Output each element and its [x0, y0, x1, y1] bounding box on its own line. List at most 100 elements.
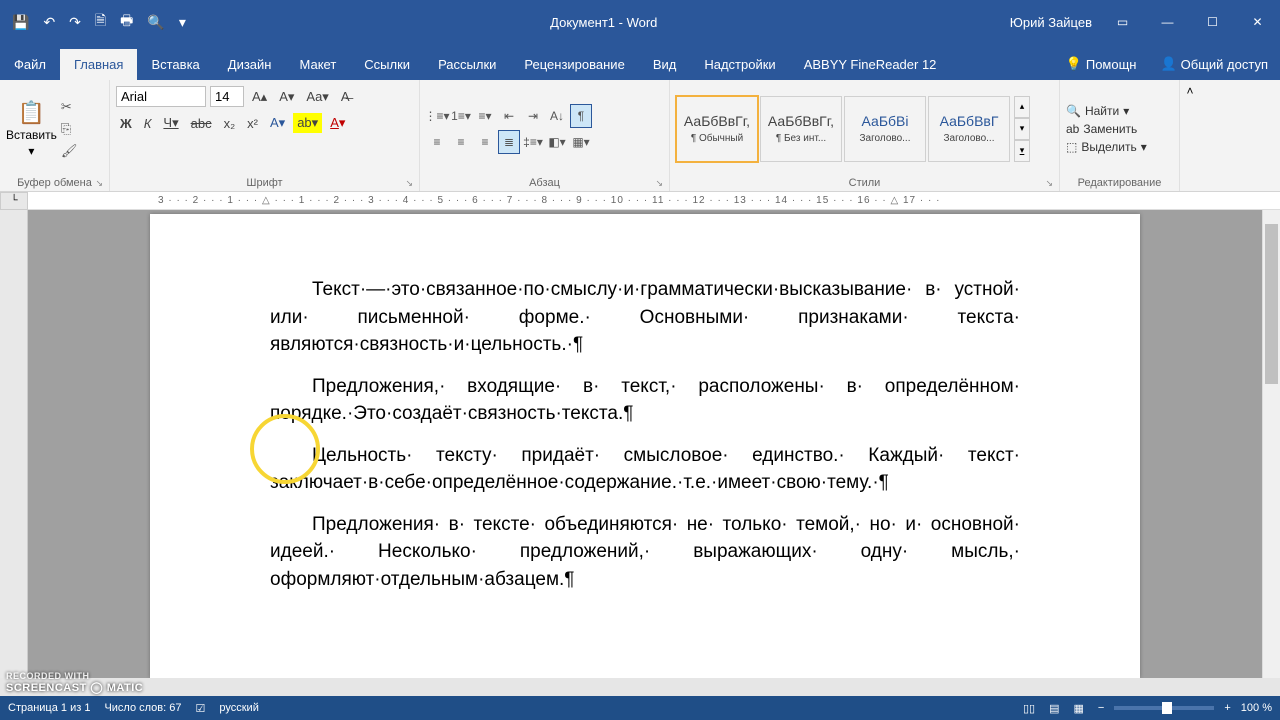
print-icon[interactable]: 🖶 [120, 10, 133, 34]
dialog-launcher-icon[interactable]: ↘ [95, 178, 103, 189]
status-bar: Страница 1 из 1 Число слов: 67 ☑ русский… [0, 696, 1280, 720]
styles-more-icon[interactable]: ▾̲ [1014, 140, 1030, 162]
group-styles: АаБбВвГг,¶ Обычный АаБбВвГг,¶ Без инт...… [670, 80, 1060, 191]
multilevel-icon[interactable]: ≡▾ [474, 104, 496, 128]
styles-gallery[interactable]: АаБбВвГг,¶ Обычный АаБбВвГг,¶ Без инт...… [676, 96, 1010, 162]
tab-references[interactable]: Ссылки [350, 49, 424, 80]
tab-home[interactable]: Главная [60, 49, 137, 80]
font-size-input[interactable] [210, 86, 244, 107]
vertical-scrollbar[interactable] [1262, 210, 1280, 678]
paragraph[interactable]: Цельность· тексту· придаёт· смысловое· е… [270, 442, 1020, 497]
scrollbar-thumb[interactable] [1265, 224, 1278, 384]
proofing-icon[interactable]: ☑ [196, 702, 206, 715]
paragraph[interactable]: Предложения· в· тексте· объединяются· не… [270, 511, 1020, 594]
document-page[interactable]: Текст·—·это·связанное·по·смыслу·и·грамма… [150, 214, 1140, 678]
tab-review[interactable]: Рецензирование [510, 49, 638, 80]
tab-file[interactable]: Файл [0, 49, 60, 80]
window-title: Документ1 - Word [198, 15, 1010, 30]
minimize-icon[interactable]: — [1145, 0, 1190, 44]
undo-icon[interactable]: ↶ [43, 14, 55, 31]
find-icon[interactable]: 🔍 [147, 14, 164, 31]
style-normal[interactable]: АаБбВвГг,¶ Обычный [676, 96, 758, 162]
help-button[interactable]: 💡Помощн [1054, 48, 1149, 80]
shrink-font-icon[interactable]: A▾ [275, 87, 298, 107]
tab-view[interactable]: Вид [639, 49, 691, 80]
redo-icon[interactable]: ↷ [69, 14, 81, 31]
replace-button[interactable]: abЗаменить [1066, 122, 1147, 136]
paragraph[interactable]: Предложения,· входящие· в· текст,· распо… [270, 373, 1020, 428]
language-indicator[interactable]: русский [219, 702, 258, 714]
user-name[interactable]: Юрий Зайцев [1010, 15, 1100, 30]
zoom-slider[interactable] [1114, 706, 1214, 710]
italic-button[interactable]: К [140, 114, 156, 133]
highlight-icon[interactable]: ab▾ [293, 113, 322, 133]
cut-icon[interactable]: ✂ [61, 99, 78, 115]
dialog-launcher-icon[interactable]: ↘ [405, 178, 413, 189]
zoom-control[interactable]: − + 100 % [1098, 702, 1272, 714]
select-button[interactable]: ⬚Выделить ▾ [1066, 140, 1147, 154]
bold-button[interactable]: Ж [116, 114, 136, 133]
styles-up-icon[interactable]: ▴ [1014, 96, 1030, 118]
ruler-horizontal[interactable]: └ 3 · · · 2 · · · 1 · · · △ · · · 1 · · … [0, 192, 1280, 210]
new-doc-icon[interactable]: 🗎 [95, 10, 106, 34]
style-no-spacing[interactable]: АаБбВвГг,¶ Без инт... [760, 96, 842, 162]
maximize-icon[interactable]: ☐ [1190, 0, 1235, 44]
underline-button[interactable]: Ч▾ [159, 113, 182, 133]
qat-more-icon[interactable]: ▾ [179, 14, 186, 31]
print-layout-icon[interactable]: ▤ [1049, 702, 1059, 715]
superscript-button[interactable]: x² [243, 114, 262, 133]
close-icon[interactable]: ✕ [1235, 0, 1280, 44]
collapse-ribbon-icon[interactable]: ˄ [1180, 80, 1200, 191]
page-indicator[interactable]: Страница 1 из 1 [8, 702, 90, 714]
style-heading2[interactable]: АаБбВвГЗаголово... [928, 96, 1010, 162]
sort-icon[interactable]: A↓ [546, 104, 568, 128]
grow-font-icon[interactable]: A▴ [248, 87, 271, 107]
line-spacing-icon[interactable]: ‡≡▾ [522, 130, 544, 154]
paragraph[interactable]: Текст·—·это·связанное·по·смыслу·и·грамма… [270, 276, 1020, 359]
web-layout-icon[interactable]: ▦ [1074, 702, 1084, 715]
align-right-icon[interactable]: ≡ [474, 130, 496, 154]
tab-layout[interactable]: Макет [285, 49, 350, 80]
shading-icon[interactable]: ◧▾ [546, 130, 568, 154]
format-painter-icon[interactable]: 🖌 [61, 143, 78, 159]
dialog-launcher-icon[interactable]: ↘ [655, 178, 663, 189]
borders-icon[interactable]: ▦▾ [570, 130, 592, 154]
text-effects-icon[interactable]: A▾ [266, 113, 289, 133]
show-marks-icon[interactable]: ¶ [570, 104, 592, 128]
save-icon[interactable]: 💾 [12, 14, 29, 31]
align-left-icon[interactable]: ≡ [426, 130, 448, 154]
ribbon-options-icon[interactable]: ▭ [1100, 0, 1145, 44]
align-center-icon[interactable]: ≡ [450, 130, 472, 154]
styles-down-icon[interactable]: ▾ [1014, 118, 1030, 140]
font-name-input[interactable] [116, 86, 206, 107]
tab-selector[interactable]: └ [0, 192, 28, 210]
ruler-vertical[interactable] [0, 210, 28, 678]
style-heading1[interactable]: АаБбВіЗаголово... [844, 96, 926, 162]
clear-format-icon[interactable]: A̶ [337, 87, 354, 106]
change-case-icon[interactable]: Aa▾ [302, 87, 332, 107]
zoom-out-icon[interactable]: − [1098, 702, 1104, 714]
paste-button[interactable]: 📋 Вставить ▾ [6, 100, 57, 158]
copy-icon[interactable]: ⎘ [61, 121, 78, 137]
word-count[interactable]: Число слов: 67 [104, 702, 181, 714]
tab-addins[interactable]: Надстройки [690, 49, 789, 80]
tab-design[interactable]: Дизайн [214, 49, 286, 80]
strike-button[interactable]: abc [187, 114, 216, 133]
tab-mailings[interactable]: Рассылки [424, 49, 510, 80]
justify-icon[interactable]: ≣ [498, 130, 520, 154]
tab-abbyy[interactable]: ABBYY FineReader 12 [790, 49, 951, 80]
find-button[interactable]: 🔍Найти ▾ [1066, 104, 1147, 118]
decrease-indent-icon[interactable]: ⇤ [498, 104, 520, 128]
title-bar: 💾 ↶ ↷ 🗎 🖶 🔍 ▾ Документ1 - Word Юрий Зайц… [0, 0, 1280, 44]
subscript-button[interactable]: x₂ [220, 114, 240, 133]
numbering-icon[interactable]: 1≡▾ [450, 104, 472, 128]
share-button[interactable]: 👤Общий доступ [1148, 48, 1280, 80]
tab-insert[interactable]: Вставка [137, 49, 213, 80]
zoom-level[interactable]: 100 % [1241, 702, 1272, 714]
dialog-launcher-icon[interactable]: ↘ [1045, 178, 1053, 189]
read-mode-icon[interactable]: ▯▯ [1023, 702, 1035, 715]
zoom-in-icon[interactable]: + [1224, 702, 1230, 714]
increase-indent-icon[interactable]: ⇥ [522, 104, 544, 128]
font-color-icon[interactable]: A▾ [326, 113, 349, 133]
bullets-icon[interactable]: ⋮≡▾ [426, 104, 448, 128]
